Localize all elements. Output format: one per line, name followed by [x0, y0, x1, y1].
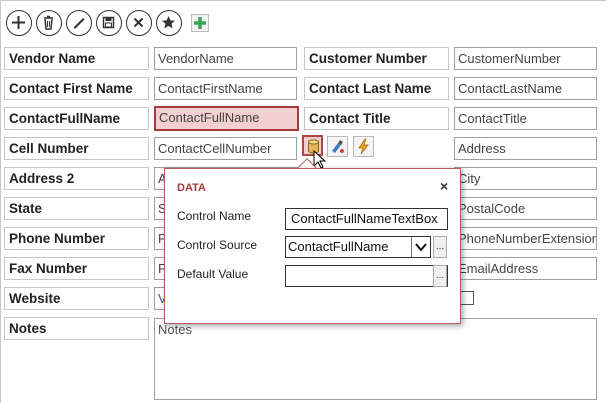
popup-title: DATA: [177, 182, 206, 194]
contact-first-name-field[interactable]: ContactFirstName: [154, 77, 297, 100]
contact-full-name-field[interactable]: ContactFullName: [154, 106, 299, 131]
address2-label: Address 2: [4, 167, 149, 190]
notes-field[interactable]: Notes: [154, 318, 597, 400]
checkbox[interactable]: [460, 291, 474, 305]
contact-first-name-label: Contact First Name: [4, 77, 149, 100]
control-source-builder-button[interactable]: ...: [433, 236, 447, 258]
add-icon: [12, 16, 25, 29]
delete-record-button[interactable]: [36, 10, 62, 36]
cell-number-field[interactable]: ContactCellNumber: [154, 137, 297, 160]
favorite-button[interactable]: [156, 10, 182, 36]
default-value-input[interactable]: [285, 265, 448, 287]
format-properties-button[interactable]: [327, 136, 348, 157]
add-field-icon: [194, 17, 206, 29]
event-icon: [358, 138, 369, 155]
save-icon: [102, 16, 115, 29]
vendor-name-field[interactable]: VendorName: [154, 47, 297, 70]
close-icon[interactable]: ×: [440, 178, 448, 194]
delete-icon: [44, 15, 53, 30]
cell-number-label: Cell Number: [4, 137, 149, 160]
postal-code-field[interactable]: PostalCode: [454, 197, 597, 220]
add-field-button[interactable]: [191, 14, 209, 32]
chevron-down-icon[interactable]: [411, 237, 430, 257]
customer-number-label: Customer Number: [304, 47, 449, 70]
contact-full-name-label: ContactFullName: [4, 107, 149, 130]
data-properties-popup: DATA × Control Name ContactFullNameTextB…: [164, 168, 461, 324]
fax-number-label: Fax Number: [4, 257, 149, 280]
control-name-input[interactable]: ContactFullNameTextBox: [285, 208, 448, 230]
star-icon: [162, 16, 175, 29]
edit-record-button[interactable]: [66, 10, 92, 36]
contact-last-name-field[interactable]: ContactLastName: [454, 77, 597, 100]
format-icon: [332, 140, 344, 153]
state-label: State: [4, 197, 149, 220]
email-address-field[interactable]: EmailAddress: [454, 257, 597, 280]
control-name-label: Control Name: [177, 209, 252, 223]
add-record-button[interactable]: [6, 10, 32, 36]
customer-number-field[interactable]: CustomerNumber: [454, 47, 597, 70]
city-field[interactable]: City: [454, 167, 597, 190]
edit-icon: [74, 18, 85, 29]
address-field[interactable]: Address: [454, 137, 597, 160]
contact-title-field[interactable]: ContactTitle: [454, 107, 597, 130]
website-label: Website: [4, 287, 149, 310]
vendor-name-label: Vendor Name: [4, 47, 149, 70]
default-value-builder-button[interactable]: ...: [433, 265, 447, 287]
phone-number-label: Phone Number: [4, 227, 149, 250]
cancel-icon: [133, 17, 144, 28]
cancel-button[interactable]: [126, 10, 152, 36]
default-value-label: Default Value: [177, 267, 249, 281]
event-properties-button[interactable]: [353, 136, 374, 157]
phone-extension-field[interactable]: PhoneNumberExtension: [454, 227, 597, 250]
control-source-select[interactable]: ContactFullName: [285, 236, 431, 258]
contact-last-name-label: Contact Last Name: [304, 77, 449, 100]
notes-label: Notes: [4, 317, 149, 340]
contact-title-label: Contact Title: [304, 107, 449, 130]
control-source-label: Control Source: [177, 238, 258, 252]
save-record-button[interactable]: [96, 10, 122, 36]
